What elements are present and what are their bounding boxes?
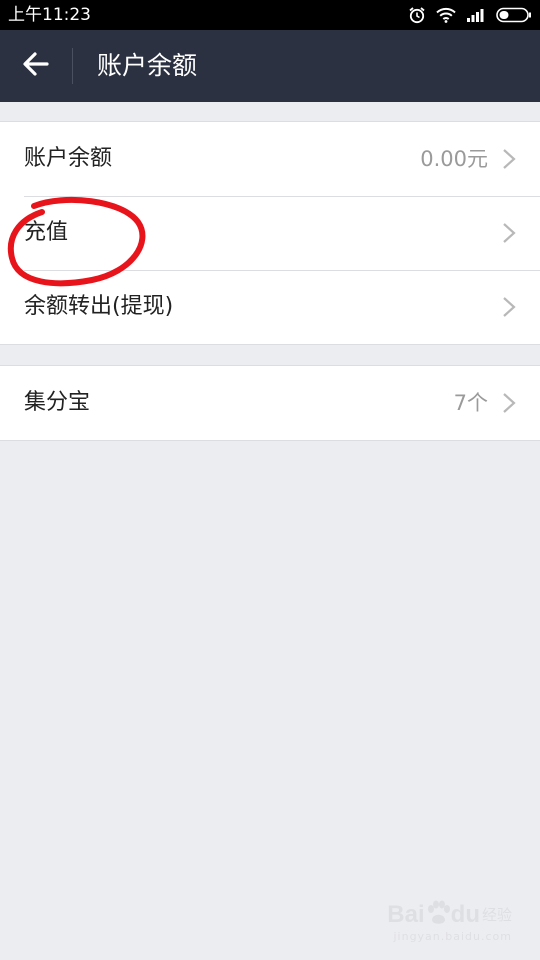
watermark-brand: Bai [387,901,425,928]
chevron-right-icon [503,393,516,413]
jifenbao-label: 集分宝 [24,390,91,415]
chevron-right-icon [503,297,516,317]
status-bar: 上午11:23 [0,0,540,30]
chevron-right-icon [503,149,516,169]
watermark-cn: 经验 [481,906,512,924]
watermark-url: jingyan.baidu.com [393,930,512,943]
status-time: 上午11:23 [8,5,91,25]
recharge-row[interactable]: 充值 [0,196,540,270]
withdraw-label: 余额转出(提现) [24,294,174,319]
chevron-right-icon [503,223,516,243]
watermark-brand-suffix: du [450,901,480,928]
jifenbao-row[interactable]: 集分宝 7个 [0,366,540,440]
back-button[interactable] [14,44,58,88]
signal-icon [466,7,486,23]
withdraw-row[interactable]: 余额转出(提现) [0,270,540,344]
recharge-label: 充值 [24,220,69,245]
alarm-clock-icon [408,6,426,24]
account-group: 账户余额 0.00元 充值 余额转出(提现) [0,121,540,345]
paw-icon [425,900,451,930]
jifenbao-value: 7个 [453,391,488,415]
baidu-jingyan-watermark: Bai du 经验 jingyan.baidu.com [387,900,512,944]
points-group: 集分宝 7个 [0,365,540,441]
battery-icon [496,7,532,23]
balance-row[interactable]: 账户余额 0.00元 [0,122,540,196]
status-icons [408,5,532,25]
balance-label: 账户余额 [24,146,113,171]
page-title: 账户余额 [97,51,198,80]
balance-value: 0.00元 [420,147,488,171]
wifi-icon [436,7,456,23]
nav-bar: 账户余额 [0,30,540,102]
arrow-left-icon [22,51,50,81]
nav-divider [72,48,73,84]
